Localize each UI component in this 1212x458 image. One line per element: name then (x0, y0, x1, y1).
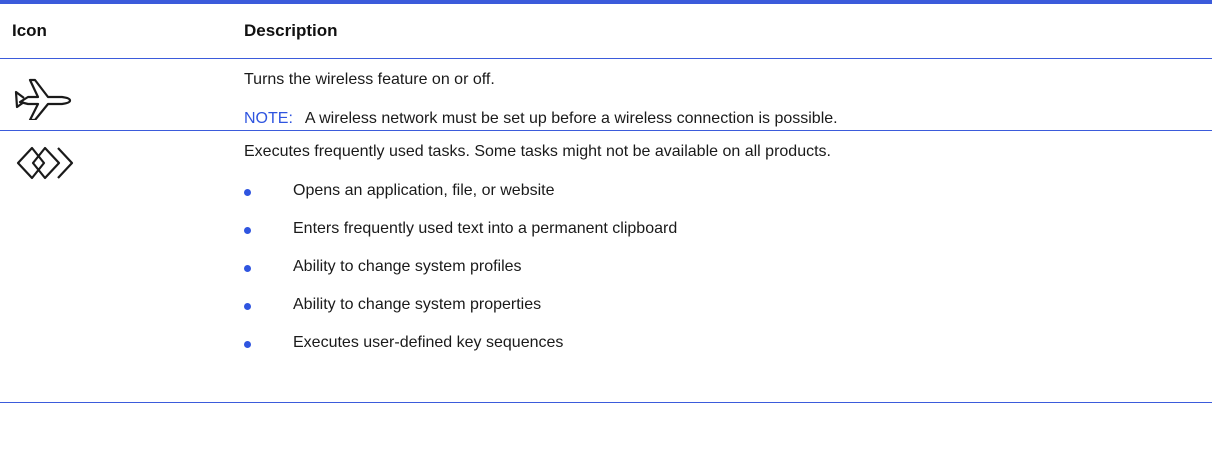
note-text: A wireless network must be set up before… (304, 110, 838, 127)
list-item: Ability to change system profiles (244, 258, 1192, 276)
note: NOTE: A wireless network must be set up b… (244, 110, 1192, 128)
note-label: NOTE: (244, 110, 293, 127)
list-item: Ability to change system properties (244, 296, 1192, 314)
list-item: Opens an application, file, or website (244, 182, 1192, 200)
list-item: Enters frequently used text into a perma… (244, 220, 1192, 238)
bullet-icon (244, 341, 251, 348)
description-cell: Executes frequently used tasks. Some tas… (244, 143, 1192, 352)
description-text: Turns the wireless feature on or off. (244, 71, 495, 88)
list-item: Executes user-defined key sequences (244, 334, 1192, 352)
table-row: Executes frequently used tasks. Some tas… (0, 131, 1212, 403)
icon-description-table: Icon Description Turns the wireless feat… (0, 0, 1212, 403)
table-header: Icon Description (0, 4, 1212, 59)
header-icon: Icon (12, 21, 47, 40)
bullet-icon (244, 303, 251, 310)
programmable-key-icon (16, 146, 74, 180)
description-text: Executes frequently used tasks. Some tas… (244, 143, 831, 160)
airplane-mode-icon (14, 78, 72, 122)
icon-cell (14, 76, 124, 125)
bullet-icon (244, 189, 251, 196)
table-row: Turns the wireless feature on or off. NO… (0, 59, 1212, 131)
bullet-icon (244, 227, 251, 234)
header-description: Description (244, 21, 338, 40)
description-cell: Turns the wireless feature on or off. NO… (244, 71, 1192, 128)
bullet-icon (244, 265, 251, 272)
icon-cell (14, 144, 124, 189)
